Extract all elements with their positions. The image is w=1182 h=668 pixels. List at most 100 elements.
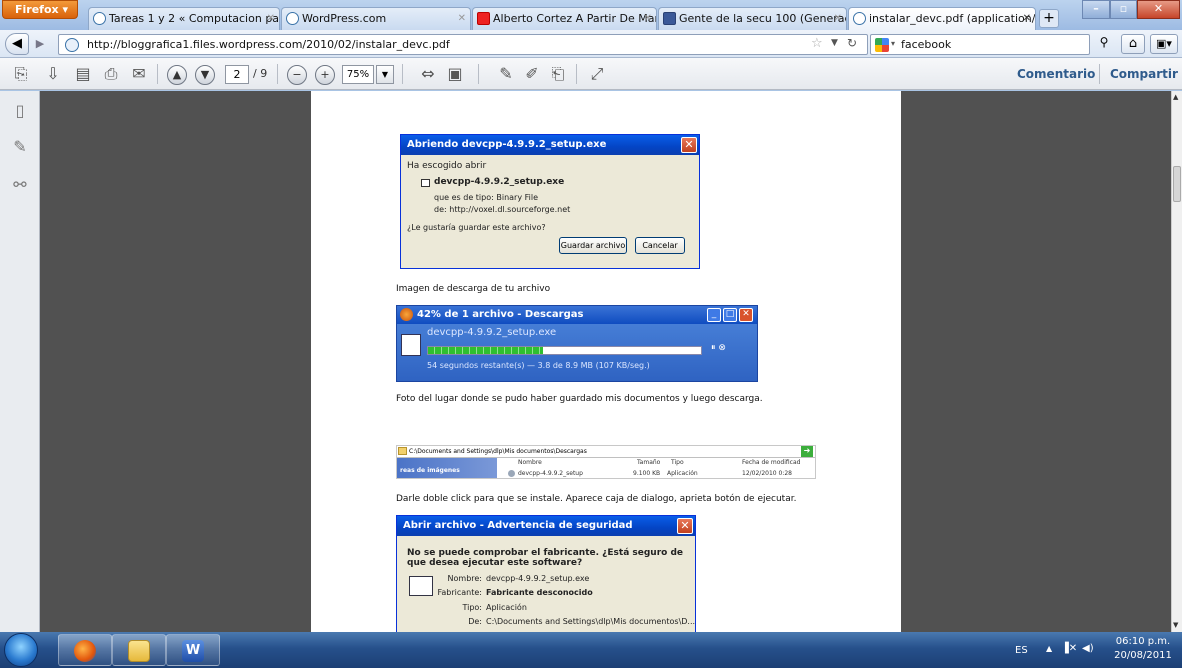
from-line: de: http://voxel.dl.sourceforge.net <box>434 205 571 214</box>
back-button[interactable]: ◀ <box>5 33 29 55</box>
explorer-taskbar-button[interactable] <box>112 634 166 666</box>
close-icon[interactable]: ✕ <box>267 8 275 29</box>
tab-label: WordPress.com <box>302 12 387 25</box>
exe-file-icon <box>421 179 430 187</box>
setup-file-icon <box>508 470 515 477</box>
addon-button[interactable]: ▣▾ <box>1150 34 1178 54</box>
clock-date[interactable]: 20/08/2011 <box>1108 650 1178 661</box>
highlight-icon[interactable]: ✐ <box>521 63 543 85</box>
word-taskbar-button[interactable]: W <box>166 634 220 666</box>
facebook-icon <box>663 12 676 25</box>
maximize-icon: □ <box>723 308 737 322</box>
zoom-level-input[interactable]: 75% <box>342 65 374 84</box>
site-identity-icon[interactable] <box>65 38 79 52</box>
vertical-scrollbar[interactable]: ▲ ▼ <box>1171 91 1182 632</box>
type-value: Aplicación <box>486 603 527 612</box>
language-indicator[interactable]: ES <box>1015 645 1028 656</box>
fullscreen-icon[interactable]: ⤢ <box>586 63 608 85</box>
folder-icon <box>398 447 407 455</box>
show-hidden-icons[interactable]: ▲ <box>1046 644 1052 653</box>
search-icon[interactable]: ⚲ <box>1094 35 1114 53</box>
downloads-title: 42% de 1 archivo - Descargas <box>397 306 757 324</box>
close-window-button[interactable]: ✕ <box>1137 0 1180 19</box>
search-input[interactable]: facebook <box>901 38 951 51</box>
zoom-in-button[interactable]: + <box>315 65 335 85</box>
document-viewport[interactable]: Abriendo devcpp-4.9.9.2_setup.exe ✕ Ha e… <box>40 91 1171 632</box>
email-icon[interactable]: ✉ <box>128 63 150 85</box>
find-binoculars-icon[interactable]: ⚯ <box>9 175 31 197</box>
tab-facebook[interactable]: Gente de la secu 100 (Generació... ✕ <box>658 7 847 30</box>
bookmark-star-icon[interactable]: ☆ <box>811 36 823 51</box>
close-icon[interactable]: ✕ <box>1023 8 1031 29</box>
separator <box>478 64 479 84</box>
wordpress-icon <box>93 12 106 25</box>
firefox-menu-button[interactable]: Firefox ▾ <box>2 0 78 19</box>
comment-button[interactable]: Comentario <box>1017 67 1095 81</box>
start-button[interactable] <box>4 633 38 667</box>
engine-dropdown-icon[interactable]: ▾ <box>891 39 895 48</box>
search-box[interactable]: ▾ facebook <box>870 34 1090 55</box>
scrollbar-thumb[interactable] <box>1173 166 1181 202</box>
explorer-window-image: C:\Documents and Settings\dlp\Mis docume… <box>396 445 816 479</box>
wordpress-icon <box>853 12 866 25</box>
tab-pdf[interactable]: instalar_devc.pdf (application/p... ✕ <box>848 7 1036 30</box>
from-value: C:\Documents and Settings\dlp\Mis docume… <box>486 617 696 626</box>
url-bar[interactable]: http://bloggrafica1.files.wordpress.com/… <box>58 34 868 55</box>
page-number-input[interactable]: 2 <box>225 65 249 84</box>
close-icon[interactable]: ✕ <box>458 8 466 29</box>
pdf-toolbar: ⎘ ⇩ ▤ ⎙ ✉ ▲ ▼ 2 / 9 − + 75% ▼ ⇔ ▣ ✎ ✐ ⎗ … <box>0 58 1182 90</box>
download-progress-bar <box>427 346 702 355</box>
tab-youtube[interactable]: Alberto Cortez A Partir De Mañ... ✕ <box>472 7 657 30</box>
reload-icon[interactable]: ↻ <box>847 36 857 50</box>
create-pdf-icon[interactable]: ⎘ <box>10 63 32 85</box>
share-button[interactable]: Compartir <box>1110 67 1178 81</box>
sign-icon[interactable]: ✎ <box>495 63 517 85</box>
scroll-down-icon[interactable]: ▼ <box>1173 621 1178 629</box>
save-copy-icon[interactable]: ⇩ <box>42 63 64 85</box>
fit-page-icon[interactable]: ▣ <box>444 63 466 85</box>
forward-button[interactable]: ▶ <box>30 35 50 53</box>
previous-page-button[interactable]: ▲ <box>167 65 187 85</box>
firefox-taskbar-button[interactable] <box>58 634 112 666</box>
url-text[interactable]: http://bloggrafica1.files.wordpress.com/… <box>87 38 450 51</box>
page-thumbnails-icon[interactable]: ▯ <box>9 101 31 123</box>
word-icon: W <box>182 640 204 662</box>
new-tab-button[interactable]: + <box>1039 9 1059 28</box>
clock-time[interactable]: 06:10 p.m. <box>1108 636 1178 647</box>
history-dropdown-icon[interactable]: ▼ <box>831 38 838 48</box>
file-date-cell: 12/02/2010 0:28 <box>742 470 792 477</box>
firefox-icon <box>74 640 96 662</box>
tab-bar: Firefox ▾ Tareas 1 y 2 « Computacion par… <box>0 0 1182 30</box>
minimize-button[interactable]: – <box>1082 0 1110 19</box>
caption-location: Foto del lugar donde se pudo haber guard… <box>396 394 763 404</box>
dialog-filename: devcpp-4.9.9.2_setup.exe <box>434 177 565 187</box>
save-icon[interactable]: ▤ <box>72 63 94 85</box>
tab-wordpress[interactable]: WordPress.com ✕ <box>281 7 471 30</box>
zoom-out-button[interactable]: − <box>287 65 307 85</box>
home-button[interactable]: ⌂ <box>1121 34 1145 54</box>
scroll-up-icon[interactable]: ▲ <box>1173 93 1178 101</box>
attachments-icon[interactable]: ✎ <box>9 137 31 159</box>
google-icon[interactable] <box>875 38 889 52</box>
page-total: / 9 <box>253 67 268 80</box>
close-icon[interactable]: ✕ <box>834 8 842 29</box>
fit-width-icon[interactable]: ⇔ <box>417 63 439 85</box>
header-name: Nombre <box>518 459 542 466</box>
go-arrow-icon: ➜ <box>801 446 813 457</box>
volume-icon[interactable]: ◀) <box>1082 643 1094 654</box>
youtube-icon <box>477 12 490 25</box>
separator <box>1099 64 1100 84</box>
tab-tareas[interactable]: Tareas 1 y 2 « Computacion par... ✕ <box>88 7 280 30</box>
tab-label: Gente de la secu 100 (Generació... <box>679 12 846 25</box>
close-icon[interactable]: ✕ <box>644 8 652 29</box>
network-icon[interactable]: ▐✕ <box>1061 643 1077 657</box>
from-label: De: <box>468 617 482 626</box>
maximize-button[interactable]: ▫ <box>1110 0 1137 19</box>
print-icon[interactable]: ⎙ <box>100 63 122 85</box>
close-icon: ✕ <box>681 137 697 153</box>
zoom-dropdown-icon[interactable]: ▼ <box>376 65 394 84</box>
downloads-window-image: 42% de 1 archivo - Descargas _ □ ✕ devcp… <box>396 305 758 382</box>
next-page-button[interactable]: ▼ <box>195 65 215 85</box>
dialog-title: Abrir archivo - Advertencia de seguridad… <box>397 516 695 536</box>
stamp-icon[interactable]: ⎗ <box>547 63 569 85</box>
